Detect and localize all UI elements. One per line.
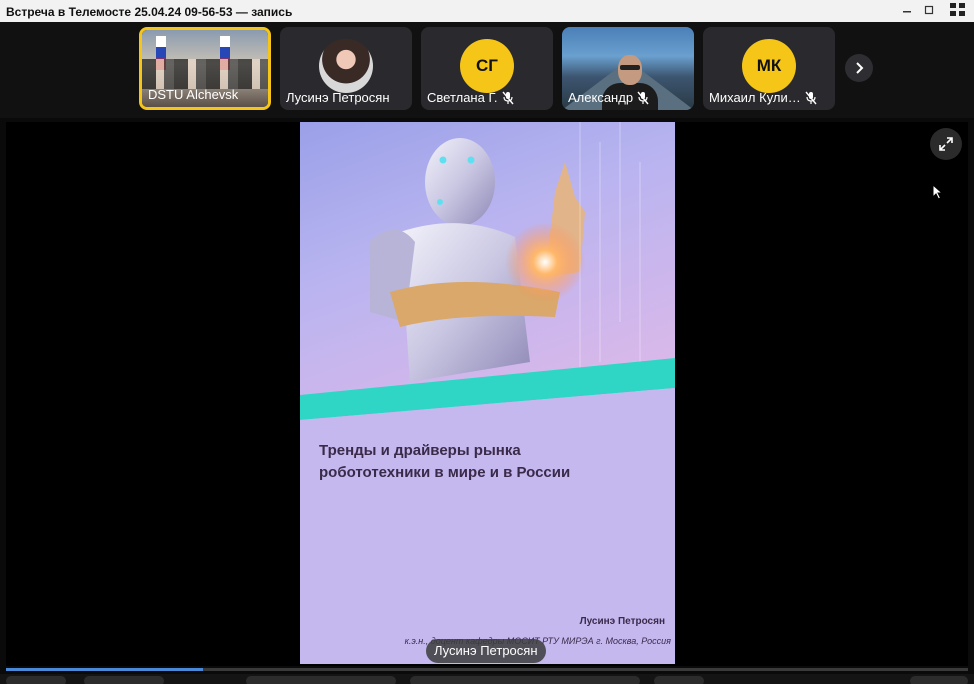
participant-name: Лусинэ Петросян (286, 90, 390, 105)
mouse-cursor-icon (932, 184, 944, 200)
screen-share-stage: Тренды и драйверы рынка робототехники в … (6, 122, 968, 666)
participants-strip: DSTU Alchevsk Лусинэ Петросян СГ Светлан… (0, 22, 974, 118)
toolbar-button[interactable] (654, 676, 704, 684)
toolbar-button[interactable] (246, 676, 396, 684)
bottom-toolbar (0, 674, 974, 684)
participant-name: Александр (568, 90, 688, 105)
toolbar-button[interactable] (6, 676, 66, 684)
window-title-bar: Встреча в Телемосте 25.04.24 09-56-53 — … (0, 0, 974, 22)
mic-muted-icon (637, 91, 649, 104)
slide-teal-stripe (300, 350, 675, 420)
avatar (319, 39, 373, 93)
toolbar-button[interactable] (410, 676, 640, 684)
fullscreen-button[interactable] (930, 128, 962, 160)
mic-muted-icon (501, 91, 514, 104)
window-title: Встреча в Телемосте 25.04.24 09-56-53 — … (6, 5, 293, 19)
participant-name: Светлана Г. (427, 90, 547, 105)
toolbar-button[interactable] (84, 676, 164, 684)
avatar: МК (742, 39, 796, 93)
playback-progress-fill (6, 668, 204, 671)
chevron-right-icon (856, 62, 864, 74)
participant-tile-lusine[interactable]: Лусинэ Петросян (280, 27, 412, 110)
participant-name: DSTU Alchevsk (148, 87, 239, 102)
toolbar-button[interactable] (910, 676, 968, 684)
mic-muted-icon (805, 91, 817, 104)
slide-heading: Тренды и драйверы рынка робототехники в … (319, 442, 571, 481)
avatar: СГ (460, 39, 514, 93)
slide-author: Лусинэ Петросян (579, 616, 665, 627)
participant-tile-svetlana[interactable]: СГ Светлана Г. (421, 27, 553, 110)
participant-tile-mikhail[interactable]: МК Михаил Кули… (703, 27, 835, 110)
active-speaker-label: Лусинэ Петросян (426, 639, 546, 663)
participant-tile-alexander[interactable]: Александр (562, 27, 694, 110)
participant-tile-dstu[interactable]: DSTU Alchevsk (139, 27, 271, 110)
layout-switch-icon[interactable] (948, 2, 968, 18)
participant-name: Михаил Кули… (709, 90, 829, 105)
maximize-icon[interactable] (922, 2, 936, 18)
minimize-icon[interactable] (900, 2, 914, 18)
playback-progress-bar[interactable] (6, 668, 968, 671)
expand-icon (939, 137, 953, 151)
presentation-slide: Тренды и драйверы рынка робототехники в … (300, 122, 675, 664)
next-participants-button[interactable] (845, 54, 873, 82)
